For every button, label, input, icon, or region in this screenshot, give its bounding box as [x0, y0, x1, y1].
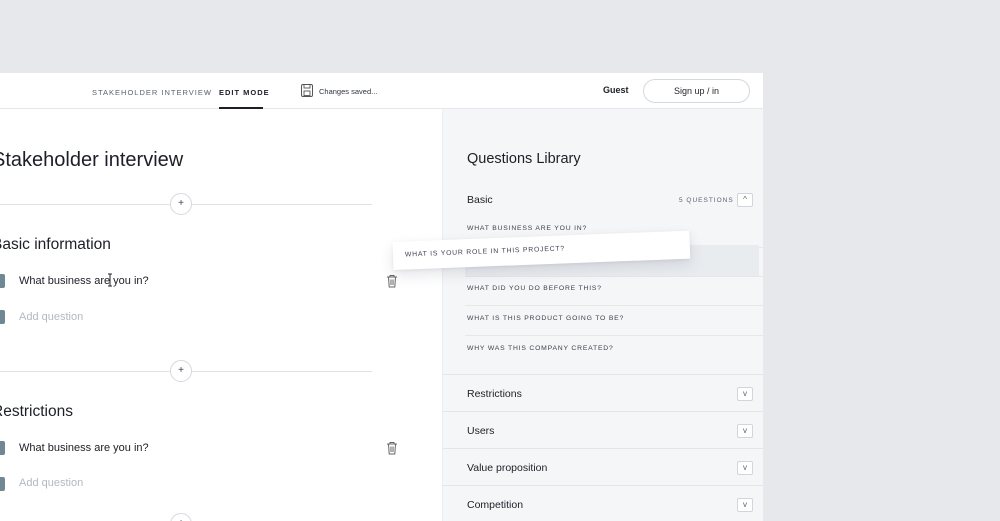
breadcrumb-separator: ›	[206, 86, 209, 96]
add-section-button[interactable]: +	[170, 513, 192, 521]
drag-handle[interactable]	[0, 274, 5, 288]
document-title[interactable]: Stakeholder interview	[0, 149, 183, 172]
category-divider	[443, 448, 763, 449]
section-title[interactable]: Basic information	[0, 236, 111, 254]
add-question-input[interactable]: Add question	[19, 477, 83, 489]
drag-handle	[0, 477, 5, 491]
questions-library: Questions Library Basic 5 QUESTIONS ^ WH…	[442, 109, 763, 521]
category-divider	[443, 411, 763, 412]
drag-handle[interactable]	[0, 441, 5, 455]
library-question[interactable]: WHAT DID YOU DO BEFORE THIS?	[467, 285, 602, 292]
category-divider	[443, 374, 763, 375]
save-status: Changes saved...	[319, 87, 378, 96]
library-question[interactable]: WHAT BUSINESS ARE YOU IN?	[467, 225, 587, 232]
category-competition[interactable]: Competition	[467, 499, 523, 511]
section-title[interactable]: Restrictions	[0, 403, 73, 421]
chevron-down-icon[interactable]: v	[737, 387, 753, 401]
chevron-up-icon[interactable]: ^	[737, 193, 753, 207]
chevron-down-icon[interactable]: v	[737, 424, 753, 438]
library-question[interactable]: WHY WAS THIS COMPANY CREATED?	[467, 345, 614, 352]
add-section-button[interactable]: +	[170, 360, 192, 382]
sign-up-button[interactable]: Sign up / in	[643, 79, 750, 103]
row-divider	[465, 276, 763, 277]
drag-handle	[0, 310, 5, 324]
library-question[interactable]: WHAT IS THIS PRODUCT GOING TO BE?	[467, 315, 624, 322]
row-divider	[465, 305, 763, 306]
breadcrumb-edit-mode[interactable]: EDIT MODE	[219, 88, 270, 97]
save-icon	[301, 84, 313, 97]
category-users[interactable]: Users	[467, 425, 494, 437]
category-divider	[443, 485, 763, 486]
editor-window: k STAKEHOLDER INTERVIEW › EDIT MODE Chan…	[0, 73, 763, 521]
text-cursor-icon	[108, 273, 112, 287]
question-count: 5 QUESTIONS	[679, 197, 734, 204]
trash-icon[interactable]	[386, 441, 398, 455]
trash-icon[interactable]	[386, 274, 398, 288]
category-restrictions[interactable]: Restrictions	[467, 388, 522, 400]
question-text[interactable]: What business are you in?	[19, 275, 149, 287]
breadcrumb-stakeholder-interview[interactable]: STAKEHOLDER INTERVIEW	[92, 88, 212, 97]
chevron-down-icon[interactable]: v	[737, 498, 753, 512]
top-bar: k STAKEHOLDER INTERVIEW › EDIT MODE Chan…	[0, 73, 763, 109]
dragging-question-text: WHAT IS YOUR ROLE IN THIS PROJECT?	[404, 245, 566, 259]
library-title: Questions Library	[467, 151, 581, 167]
active-tab-underline	[219, 107, 263, 109]
chevron-down-icon[interactable]: v	[737, 461, 753, 475]
category-value-proposition[interactable]: Value proposition	[467, 462, 547, 474]
add-question-input[interactable]: Add question	[19, 311, 83, 323]
user-name: Guest	[603, 85, 629, 95]
question-text[interactable]: What business are you in?	[19, 442, 149, 454]
add-section-button[interactable]: +	[170, 193, 192, 215]
category-basic[interactable]: Basic	[467, 194, 493, 206]
row-divider	[465, 335, 763, 336]
